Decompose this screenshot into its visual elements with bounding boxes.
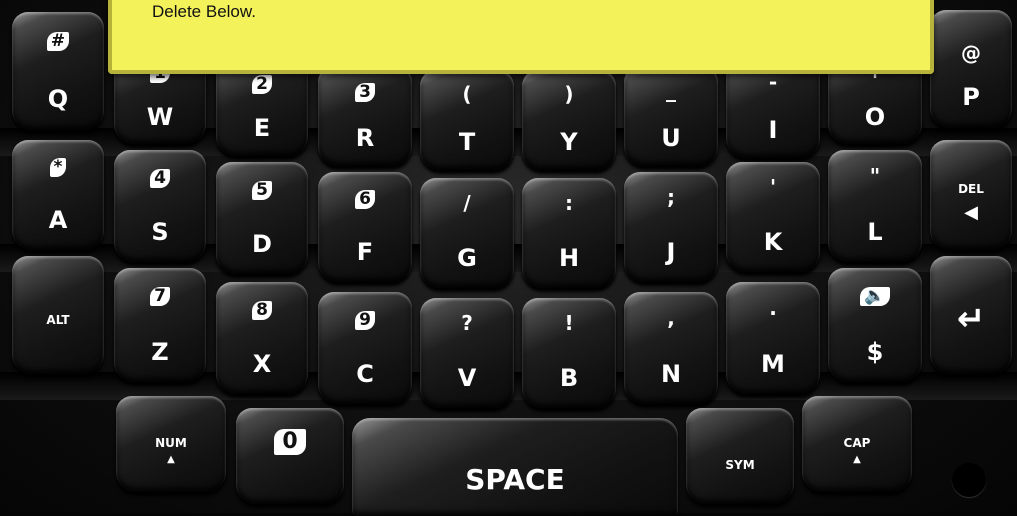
key-alt[interactable]: ALT <box>12 256 104 374</box>
key-c-label: C <box>356 360 374 389</box>
key-r-secondary: 3 <box>355 83 375 102</box>
key-i-secondary: - <box>768 70 778 94</box>
key-e-secondary: 2 <box>252 74 272 94</box>
key-p-secondary: @ <box>961 41 981 66</box>
key-r-label: R <box>355 124 375 152</box>
key-e-label: E <box>253 114 271 143</box>
key-x[interactable]: 8 X <box>216 282 308 394</box>
key-num-label: NUM <box>155 436 187 451</box>
key-c-secondary: 9 <box>355 310 375 330</box>
key-x-label: X <box>252 350 272 379</box>
caret-up-icon: ▲ <box>853 453 861 465</box>
key-g[interactable]: / G <box>420 178 514 288</box>
keyboard: # Q 1 W 2 E 3 R ( T ) Y _ U - I + O @ P … <box>0 0 1017 516</box>
key-j-label: J <box>666 238 676 267</box>
key-a-secondary: * <box>49 158 67 178</box>
key-i-label: I <box>768 116 778 144</box>
key-num[interactable]: NUM ▲ <box>116 396 226 492</box>
trackball-hole <box>952 463 986 497</box>
key-sym[interactable]: SYM <box>686 408 794 504</box>
key-x-secondary: 8 <box>252 300 272 320</box>
key-space-label: SPACE <box>465 463 565 497</box>
key-q-label: Q <box>47 85 69 114</box>
key-k[interactable]: ' K <box>726 162 820 272</box>
key-a[interactable]: * A <box>12 140 104 250</box>
key-dollar-label: $ <box>866 337 884 366</box>
key-j-secondary: ; <box>667 185 675 210</box>
key-del[interactable]: DEL ◀ <box>930 140 1012 250</box>
key-t-secondary: ( <box>462 82 472 106</box>
key-z-secondary: 7 <box>150 286 170 306</box>
key-zero[interactable]: 0 <box>236 408 344 504</box>
key-l-label: L <box>867 218 883 247</box>
key-q[interactable]: # Q <box>12 12 104 130</box>
key-v[interactable]: ? V <box>420 298 514 408</box>
key-u[interactable]: _ U <box>624 66 718 166</box>
key-cap[interactable]: CAP ▲ <box>802 396 912 492</box>
key-v-label: V <box>457 364 477 393</box>
key-m-secondary: . <box>769 295 777 320</box>
key-c[interactable]: 9 C <box>318 292 412 404</box>
key-n-secondary: , <box>667 305 675 330</box>
key-q-secondary: # <box>46 31 70 51</box>
key-z[interactable]: 7 Z <box>114 268 206 382</box>
speaker-icon: 🔈 <box>860 286 890 306</box>
key-b-secondary: ! <box>564 311 574 336</box>
key-zero-label: 0 <box>274 429 306 456</box>
key-w-label: W <box>146 102 174 131</box>
key-n[interactable]: , N <box>624 292 718 404</box>
message-popup: Delete Below. <box>108 0 934 74</box>
enter-icon: ↵ <box>956 299 986 340</box>
key-t[interactable]: ( T <box>420 70 514 170</box>
key-y-label: Y <box>560 128 578 156</box>
popup-message: Delete Below. <box>152 2 256 21</box>
key-enter[interactable]: ↵ <box>930 256 1012 374</box>
key-u-secondary: _ <box>666 78 676 102</box>
key-b[interactable]: ! B <box>522 298 616 408</box>
key-f-label: F <box>356 238 374 267</box>
key-p[interactable]: @ P <box>930 10 1012 128</box>
key-k-secondary: ' <box>769 175 777 200</box>
key-g-secondary: / <box>463 191 471 216</box>
key-u-label: U <box>661 124 681 152</box>
key-n-label: N <box>660 360 682 389</box>
key-del-label: DEL <box>958 181 984 196</box>
key-s[interactable]: 4 S <box>114 150 206 262</box>
key-alt-label: ALT <box>46 312 70 327</box>
key-d[interactable]: 5 D <box>216 162 308 274</box>
caret-up-icon: ▲ <box>167 453 175 465</box>
key-cap-label: CAP <box>843 436 871 451</box>
key-h-label: H <box>558 244 580 273</box>
key-d-label: D <box>252 230 272 259</box>
key-v-secondary: ? <box>461 311 473 336</box>
key-d-secondary: 5 <box>252 180 272 200</box>
key-a-label: A <box>48 206 68 235</box>
key-j[interactable]: ; J <box>624 172 718 282</box>
key-dollar[interactable]: 🔈 $ <box>828 268 922 382</box>
key-h-secondary: : <box>565 191 573 216</box>
key-h[interactable]: : H <box>522 178 616 288</box>
key-t-label: T <box>458 128 476 156</box>
key-b-label: B <box>559 364 579 393</box>
key-p-label: P <box>962 83 980 112</box>
key-s-secondary: 4 <box>150 168 170 188</box>
key-sym-label: SYM <box>725 457 755 472</box>
key-f[interactable]: 6 F <box>318 172 412 282</box>
key-k-label: K <box>763 228 783 257</box>
key-space[interactable]: SPACE <box>352 418 678 516</box>
key-l-secondary: " <box>869 163 881 188</box>
key-r[interactable]: 3 R <box>318 66 412 166</box>
key-f-secondary: 6 <box>355 190 375 210</box>
key-z-label: Z <box>151 337 169 366</box>
key-l[interactable]: " L <box>828 150 922 262</box>
key-y[interactable]: ) Y <box>522 70 616 170</box>
key-m[interactable]: . M <box>726 282 820 394</box>
key-o-label: O <box>864 102 886 131</box>
key-g-label: G <box>457 244 477 273</box>
key-y-secondary: ) <box>564 82 574 106</box>
key-s-label: S <box>151 218 169 247</box>
backspace-icon: ◀ <box>964 201 978 223</box>
key-m-label: M <box>761 350 785 379</box>
